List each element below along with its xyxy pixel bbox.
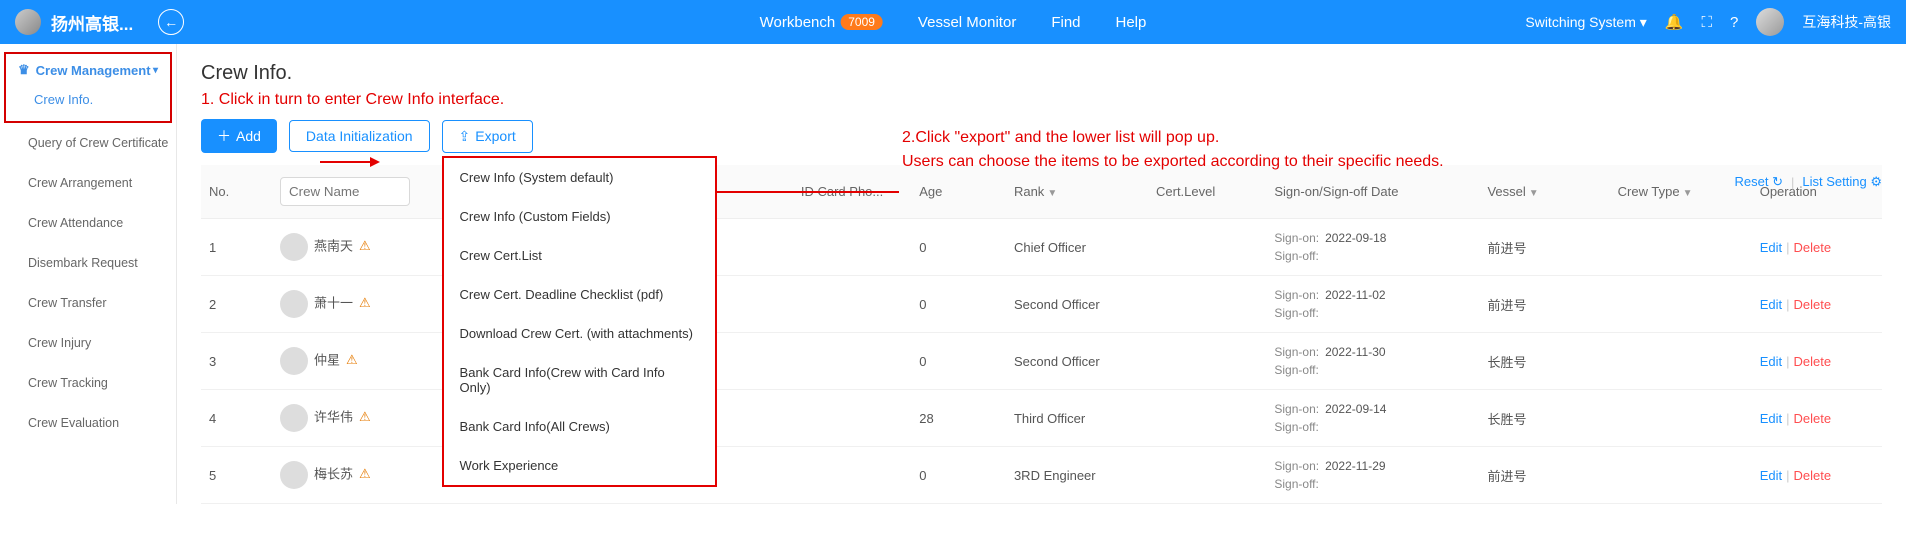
export-opt-work-exp[interactable]: Work Experience (444, 446, 715, 485)
warning-icon: ⚠ (359, 409, 371, 424)
col-crew-type[interactable]: Crew Type▼ (1610, 165, 1752, 219)
user-icon: ♛ (18, 62, 30, 78)
add-button[interactable]: ＋ Add (201, 119, 277, 153)
fullscreen-icon[interactable]: ⛶ (1701, 14, 1712, 31)
upload-icon: ⇪ (459, 128, 471, 145)
table-right-links: Reset ↻ | List Setting ⚙ (1735, 174, 1882, 190)
warning-icon: ⚠ (359, 466, 371, 481)
sidebar-item-attendance[interactable]: Crew Attendance (0, 203, 176, 243)
chevron-down-icon: ▾ (153, 65, 158, 76)
page-title: Crew Info. (201, 62, 1882, 85)
help-icon[interactable]: ? (1730, 14, 1738, 31)
sidebar-item-arrangement[interactable]: Crew Arrangement (0, 163, 176, 203)
export-opt-bankcard-only[interactable]: Bank Card Info(Crew with Card Info Only) (444, 353, 715, 407)
reset-link[interactable]: Reset ↻ (1735, 174, 1783, 190)
nav-vessel-monitor[interactable]: Vessel Monitor (918, 14, 1016, 31)
warning-icon: ⚠ (359, 295, 371, 310)
bell-icon[interactable]: 🔔 (1665, 13, 1684, 31)
delete-link[interactable]: Delete (1794, 240, 1832, 255)
sidebar-item-tracking[interactable]: Crew Tracking (0, 363, 176, 403)
nav-help[interactable]: Help (1116, 14, 1147, 31)
warning-icon: ⚠ (359, 238, 371, 253)
col-idcard: ID Card Pho... (793, 165, 911, 219)
edit-link[interactable]: Edit (1760, 297, 1782, 312)
export-opt-system-default[interactable]: Crew Info (System default) (444, 158, 715, 197)
sidebar-item-injury[interactable]: Crew Injury (0, 323, 176, 363)
export-opt-cert-list[interactable]: Crew Cert.List (444, 236, 715, 275)
crew-avatar (280, 233, 308, 261)
delete-link[interactable]: Delete (1794, 411, 1832, 426)
export-opt-cert-deadline[interactable]: Crew Cert. Deadline Checklist (pdf) (444, 275, 715, 314)
main-content: Crew Info. 1. Click in turn to enter Cre… (177, 44, 1906, 504)
sidebar-item-crew-management[interactable]: ♛ Crew Management ▾ (18, 62, 158, 78)
list-setting-link[interactable]: List Setting ⚙ (1802, 174, 1882, 190)
user-name: 互海科技-高银 (1802, 12, 1891, 32)
export-opt-custom-fields[interactable]: Crew Info (Custom Fields) (444, 197, 715, 236)
sidebar-item-evaluation[interactable]: Crew Evaluation (0, 403, 176, 443)
crew-avatar (280, 290, 308, 318)
sidebar-item-disembark[interactable]: Disembark Request (0, 243, 176, 283)
top-nav-right: Switching System ▾ 🔔 ⛶ ? 互海科技-高银 (1525, 8, 1891, 36)
export-button[interactable]: ⇪ Export (442, 120, 533, 153)
crew-avatar (280, 404, 308, 432)
warning-icon: ⚠ (346, 352, 358, 367)
edit-link[interactable]: Edit (1760, 411, 1782, 426)
workbench-badge: 7009 (840, 14, 883, 30)
edit-link[interactable]: Edit (1760, 240, 1782, 255)
logo-icon (15, 9, 41, 35)
back-button[interactable]: ← (158, 9, 184, 35)
sidebar-item-crew-info[interactable]: Crew Info. (18, 78, 158, 113)
annotation-2: 2.Click "export" and the lower list will… (902, 126, 1444, 174)
col-vessel[interactable]: Vessel▼ (1479, 165, 1609, 219)
data-init-button[interactable]: Data Initialization (289, 120, 430, 152)
top-bar: 扬州高银... ← Workbench 7009 Vessel Monitor … (0, 0, 1906, 44)
sidebar-item-cert-query[interactable]: Query of Crew Certificate (0, 123, 176, 163)
delete-link[interactable]: Delete (1794, 468, 1832, 483)
edit-link[interactable]: Edit (1760, 354, 1782, 369)
sidebar-highlight-box: ♛ Crew Management ▾ Crew Info. (4, 52, 172, 123)
annotation-1: 1. Click in turn to enter Crew Info inte… (201, 91, 1882, 109)
nav-find[interactable]: Find (1051, 14, 1080, 31)
nav-workbench[interactable]: Workbench 7009 (760, 14, 883, 31)
crew-avatar (280, 461, 308, 489)
crew-name-filter[interactable] (280, 177, 410, 206)
col-no: No. (201, 165, 272, 219)
delete-link[interactable]: Delete (1794, 354, 1832, 369)
chevron-down-icon: ▼ (1529, 188, 1539, 199)
chevron-down-icon: ▼ (1047, 188, 1057, 199)
top-nav: Workbench 7009 Vessel Monitor Find Help (760, 14, 1147, 31)
export-dropdown: Crew Info (System default) Crew Info (Cu… (442, 156, 717, 487)
export-opt-download-cert[interactable]: Download Crew Cert. (with attachments) (444, 314, 715, 353)
delete-link[interactable]: Delete (1794, 297, 1832, 312)
sidebar-item-transfer[interactable]: Crew Transfer (0, 283, 176, 323)
edit-link[interactable]: Edit (1760, 468, 1782, 483)
app-name: 扬州高银... (51, 10, 133, 35)
chevron-down-icon: ▼ (1683, 188, 1693, 199)
export-box: ⇪ Export Crew Info (System default) Crew… (442, 120, 533, 153)
crew-avatar (280, 347, 308, 375)
sidebar: ♛ Crew Management ▾ Crew Info. Query of … (0, 44, 177, 504)
switching-system[interactable]: Switching System ▾ (1525, 14, 1646, 31)
export-opt-bankcard-all[interactable]: Bank Card Info(All Crews) (444, 407, 715, 446)
avatar[interactable] (1756, 8, 1784, 36)
